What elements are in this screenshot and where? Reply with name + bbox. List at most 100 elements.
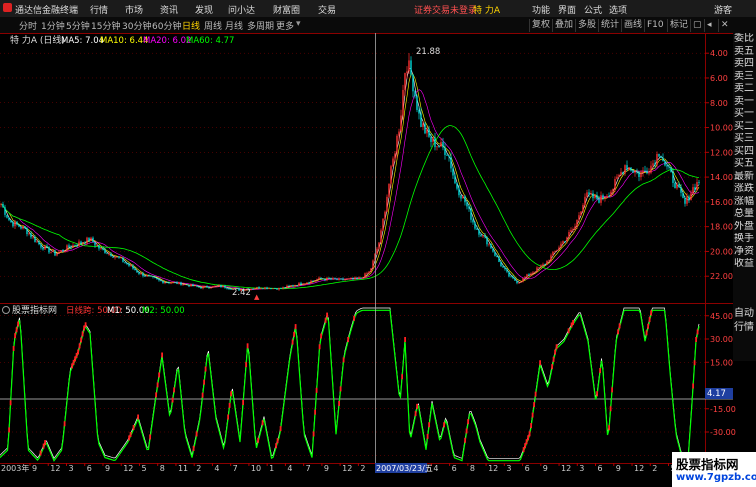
signal-mark [609, 406, 612, 412]
candle-body [520, 281, 522, 283]
candle-body [542, 264, 544, 266]
quote-tab-label[interactable]: 行情 [734, 320, 754, 333]
date-tick: 3 [68, 464, 73, 473]
candle-body [312, 280, 314, 282]
candle-body [42, 247, 44, 250]
period-tab-timeshare[interactable]: 分时 [19, 19, 37, 32]
candle-body [634, 171, 636, 173]
date-tick: 5 [141, 464, 146, 473]
date-tick: 12 [634, 464, 644, 473]
menu-market[interactable]: 市场 [125, 3, 143, 16]
quote-label-ask2: 卖二 [734, 83, 754, 94]
candle-body [128, 264, 130, 266]
statistics-button[interactable]: 统计 [598, 19, 621, 32]
candle-body [72, 245, 74, 248]
candle-body [354, 277, 356, 279]
menu-news[interactable]: 资讯 [160, 3, 178, 16]
period-tab-weekly[interactable]: 周线 [204, 19, 222, 32]
candle-body [136, 270, 138, 273]
menu-options[interactable]: 选项 [609, 3, 627, 16]
indicator-settings-icon[interactable] [2, 306, 10, 314]
signal-mark [15, 327, 18, 333]
menu-interface[interactable]: 界面 [558, 3, 576, 16]
date-tick: 6 [452, 464, 457, 473]
candle-body [624, 165, 626, 174]
candle-body [502, 266, 504, 268]
candle-body [604, 197, 606, 199]
auto-label[interactable]: 自动 [734, 306, 754, 319]
candle-body [398, 131, 400, 136]
f10-button[interactable]: F10 [644, 19, 666, 32]
signal-mark [650, 310, 652, 316]
window-mode-icon[interactable]: ▢ [690, 19, 704, 32]
site-watermark: 股票指标网 www.7gpzb.com [672, 452, 756, 487]
overlay-button[interactable]: 叠加 [552, 19, 575, 32]
indicator-chart[interactable]: 股票指标网 日线跨: 50.00 M1: 50.00 M2: 50.00 45.… [0, 303, 756, 473]
period-tab-multi[interactable]: 多周期 [247, 19, 274, 32]
candle-body [586, 192, 588, 197]
candle-body [662, 157, 664, 162]
candle-body [98, 245, 100, 249]
menu-discover[interactable]: 发现 [195, 3, 213, 16]
adjust-button[interactable]: 复权 [529, 19, 552, 32]
signal-mark [227, 414, 229, 420]
indicator-y-tick: -30.00 [710, 428, 736, 437]
period-tab-60min[interactable]: 60分钟 [152, 19, 181, 32]
candle-body [126, 262, 128, 265]
login-status[interactable]: 证券交易未登录 [414, 3, 477, 16]
candle-body [620, 171, 622, 175]
draw-line-button[interactable]: 画线 [621, 19, 644, 32]
candle-body [400, 115, 402, 132]
period-tab-15min[interactable]: 15分钟 [91, 19, 120, 32]
candle-body [650, 165, 652, 173]
candle-body [274, 288, 276, 290]
period-tab-more[interactable]: 更多 [276, 19, 294, 32]
cursor-date-label: 2007/03/23/五 [376, 464, 433, 473]
candle-body [452, 168, 454, 176]
signal-mark [192, 445, 195, 451]
m1-line [0, 307, 700, 459]
signal-mark [230, 391, 232, 397]
back-icon[interactable]: ◂ [704, 19, 714, 32]
quote-label-bid5: 买五 [734, 158, 754, 169]
mark-button[interactable]: 标记 [667, 19, 690, 32]
watermark-url: www.7gpzb.com [676, 472, 756, 483]
period-tab-5min[interactable]: 5分钟 [66, 19, 90, 32]
signal-mark [137, 414, 139, 420]
period-tab-30min[interactable]: 30分钟 [122, 19, 151, 32]
signal-mark [464, 437, 466, 443]
menu-wealth[interactable]: 财富圈 [273, 3, 300, 16]
signal-mark [401, 374, 403, 380]
candle-body [536, 267, 538, 272]
menu-trade[interactable]: 交易 [318, 3, 336, 16]
candle-body [422, 123, 424, 127]
candle-body [168, 282, 170, 284]
candle-body [462, 196, 464, 199]
price-chart[interactable]: 特 力A (日线) MA5: 7.04 MA10: 6.44 MA20: 6.0… [0, 33, 733, 303]
period-tab-1min[interactable]: 1分钟 [41, 19, 65, 32]
period-tab-daily[interactable]: 日线 [182, 19, 200, 32]
candle-body [530, 273, 532, 276]
candle-body [160, 280, 162, 282]
guest-label[interactable]: 游客 [714, 3, 732, 16]
date-tick: 9 [105, 464, 110, 473]
candle-body [394, 153, 396, 159]
period-tab-monthly[interactable]: 月线 [225, 19, 243, 32]
candle-body [390, 166, 392, 184]
close-icon[interactable]: ✕ [718, 19, 731, 32]
multi-stock-button[interactable]: 多股 [575, 19, 598, 32]
menu-formula[interactable]: 公式 [584, 3, 602, 16]
menu-function[interactable]: 功能 [532, 3, 550, 16]
candle-body [0, 203, 2, 205]
candle-body [562, 241, 564, 244]
menu-ask[interactable]: 问小达 [228, 3, 255, 16]
candle-body [378, 242, 380, 249]
signal-mark [63, 421, 66, 427]
candle-body [448, 155, 450, 157]
candle-body [664, 161, 666, 166]
signal-mark [201, 392, 204, 398]
candle-body [78, 241, 80, 246]
candle-body [18, 224, 20, 227]
candle-body [638, 171, 640, 177]
menu-quotes[interactable]: 行情 [90, 3, 108, 16]
